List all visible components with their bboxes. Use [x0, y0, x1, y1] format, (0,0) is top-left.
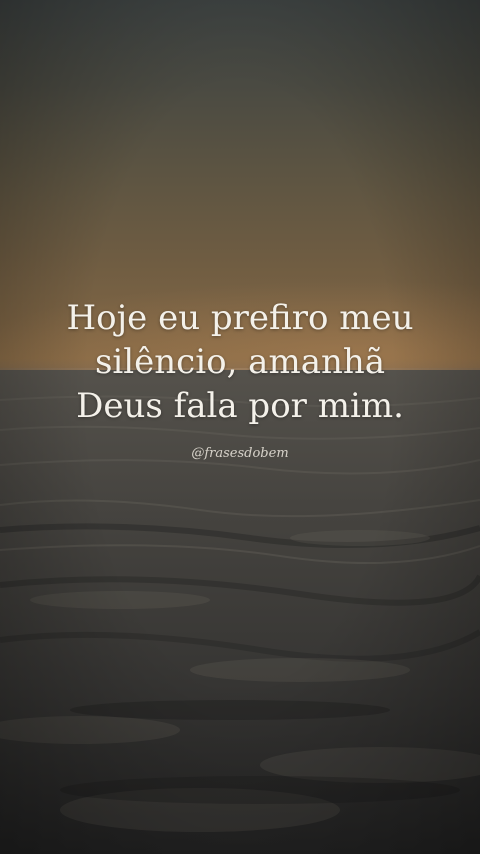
quote-text: Hoje eu prefiro meu silêncio, amanhã Deu…	[0, 296, 480, 428]
quote-line-3: Deus fala por mim.	[76, 386, 404, 426]
sea-waves	[0, 370, 480, 854]
quote-line-1: Hoje eu prefiro meu	[66, 298, 414, 338]
author-handle: @frasesdobem	[191, 446, 289, 461]
quote-line-2: silêncio, amanhã	[94, 342, 386, 382]
background-photo: Hoje eu prefiro meu silêncio, amanhã Deu…	[0, 0, 480, 854]
